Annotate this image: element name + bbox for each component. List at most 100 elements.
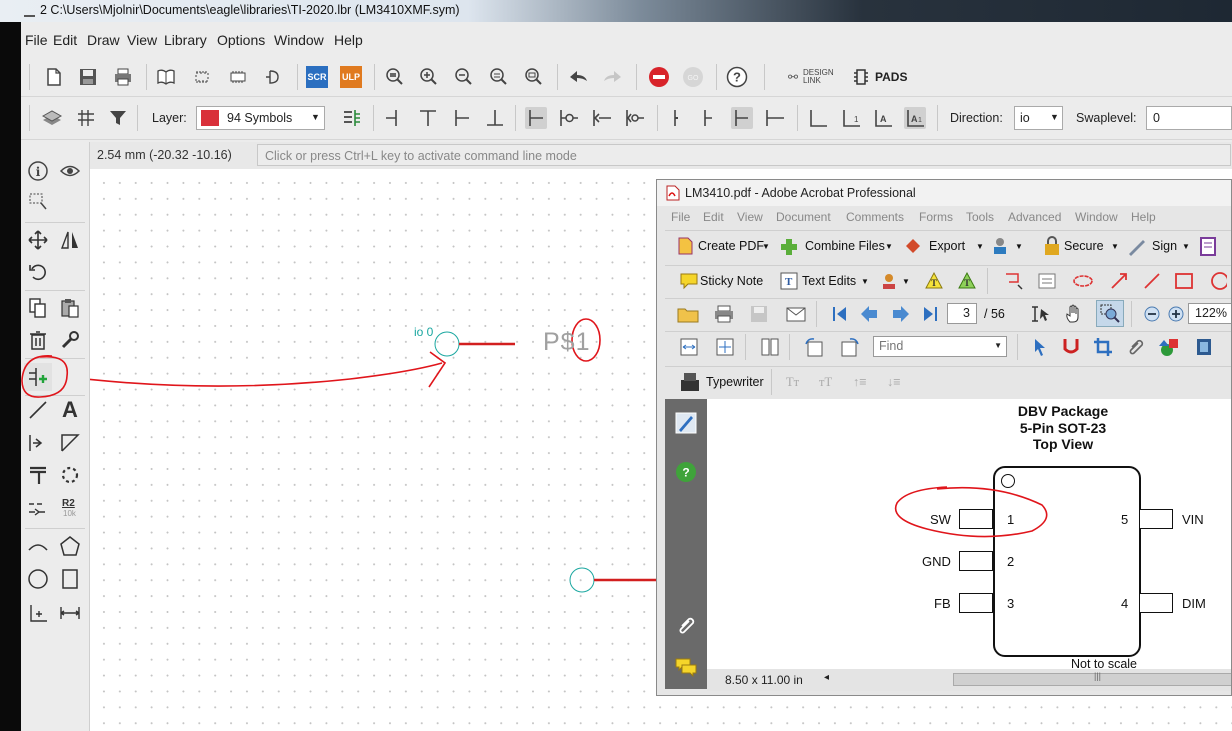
value-icon[interactable]: R2 10k <box>56 494 84 522</box>
line-tool-icon[interactable] <box>1142 271 1162 294</box>
menu-draw[interactable]: Draw <box>87 32 120 48</box>
mark-icon[interactable] <box>24 599 52 627</box>
dimension-icon[interactable] <box>56 599 84 627</box>
footprint-icon[interactable] <box>191 66 213 88</box>
page-number-input[interactable]: 3 <box>947 303 977 324</box>
pin-visible-off-icon[interactable] <box>807 107 829 129</box>
menu-view[interactable]: View <box>127 32 157 48</box>
layers-icon[interactable] <box>41 107 63 129</box>
pin-list-icon[interactable] <box>341 107 363 129</box>
select-text-icon[interactable] <box>1030 304 1052 327</box>
callout-icon[interactable] <box>1003 271 1025 294</box>
pin-function-clk-icon[interactable] <box>591 107 613 129</box>
menu-options[interactable]: Options <box>217 32 265 48</box>
menu-help[interactable]: Help <box>334 32 363 48</box>
pin-length-long-icon[interactable] <box>764 107 786 129</box>
zoom-select-icon[interactable] <box>523 66 545 88</box>
package-icon[interactable] <box>227 66 249 88</box>
acrobat-menu-tools[interactable]: Tools <box>966 210 994 224</box>
zoom-level-input[interactable]: 122% <box>1188 303 1231 324</box>
menu-edit[interactable]: Edit <box>53 32 77 48</box>
miter-icon[interactable] <box>56 429 84 457</box>
open-folder-icon[interactable] <box>676 304 700 327</box>
new-file-icon[interactable] <box>43 66 65 88</box>
rotate-view-left-icon[interactable] <box>803 336 825 361</box>
stamp-person-icon[interactable] <box>990 236 1012 259</box>
mirror-icon[interactable] <box>56 226 84 254</box>
rotate-view-right-icon[interactable] <box>839 336 861 361</box>
pads-button[interactable]: PADS <box>853 67 923 87</box>
acrobat-menu-advanced[interactable]: Advanced <box>1008 210 1061 224</box>
comments-icon[interactable] <box>674 657 698 680</box>
crop-icon[interactable] <box>1093 337 1113 360</box>
replace-text-icon[interactable]: T <box>956 270 978 295</box>
signature-pen-icon[interactable] <box>674 411 698 438</box>
horizontal-scrollbar[interactable]: ||| <box>953 671 1231 686</box>
pin-length-point-icon[interactable] <box>666 107 688 129</box>
menu-file[interactable]: File <box>25 32 48 48</box>
zoom-in-icon[interactable] <box>418 66 440 88</box>
cloud-icon[interactable] <box>1072 271 1094 294</box>
form-icon[interactable] <box>1198 236 1218 259</box>
menu-window[interactable]: Window <box>274 32 324 48</box>
help-circle-icon[interactable]: ? <box>675 461 697 486</box>
attachments-paperclip-icon[interactable] <box>675 614 697 639</box>
next-page-icon[interactable] <box>891 304 911 327</box>
pdf-page[interactable]: DBV Package 5-Pin SOT-23 Top View SW 1 G… <box>707 399 1231 671</box>
grid-icon[interactable] <box>75 107 97 129</box>
previous-page-icon[interactable] <box>859 304 879 327</box>
pin-length-middle-icon[interactable] <box>731 107 753 129</box>
direction-select[interactable]: io ▼ <box>1014 106 1063 130</box>
acrobat-menu-help[interactable]: Help <box>1131 210 1156 224</box>
oval-tool-icon[interactable] <box>1207 271 1229 294</box>
acrobat-menu-document[interactable]: Document <box>776 210 831 224</box>
info-icon[interactable]: i <box>24 157 52 185</box>
hand-icon[interactable] <box>1064 303 1086 328</box>
pin-function-dot-icon[interactable] <box>558 107 580 129</box>
rectangle-icon[interactable] <box>56 565 84 593</box>
select-arrow-icon[interactable] <box>1031 337 1049 360</box>
script-button[interactable]: SCR <box>306 66 328 88</box>
pin-visible-both-icon[interactable]: A1 <box>904 107 926 129</box>
pin-orient-left-icon[interactable] <box>383 107 405 129</box>
pin-origin-circle[interactable] <box>434 331 460 357</box>
filter-icon[interactable] <box>107 107 129 129</box>
pin-orient-up-icon[interactable] <box>417 107 439 129</box>
circle-icon[interactable] <box>24 565 52 593</box>
first-page-icon[interactable] <box>831 305 849 326</box>
secure-button[interactable]: Secure <box>1064 239 1104 253</box>
fit-page-icon[interactable] <box>715 337 735 360</box>
pin-orient-down-icon[interactable] <box>484 107 506 129</box>
zoom-fit-icon[interactable] <box>384 66 406 88</box>
stop-icon[interactable] <box>648 66 670 88</box>
arc-icon[interactable] <box>24 532 52 560</box>
zoom-redraw-icon[interactable] <box>488 66 510 88</box>
symbol-icon[interactable] <box>262 66 284 88</box>
stamp-icon[interactable] <box>879 271 899 294</box>
panel-icon[interactable] <box>1195 337 1213 360</box>
swaplevel-input[interactable]: 0 <box>1146 106 1232 130</box>
polygon-icon[interactable] <box>56 532 84 560</box>
pin-orient-right-icon[interactable] <box>451 107 473 129</box>
export-button[interactable]: Export <box>929 239 965 253</box>
undo-icon[interactable] <box>567 66 589 88</box>
pin-visible-pin-icon[interactable]: A <box>872 107 894 129</box>
fit-width-icon[interactable] <box>679 337 699 360</box>
text-edits-button[interactable]: Text Edits <box>802 274 856 288</box>
eye-icon[interactable] <box>56 157 84 185</box>
attribute-icon[interactable] <box>24 429 52 457</box>
marquee-zoom-icon[interactable] <box>1096 300 1124 327</box>
library-book-icon[interactable] <box>155 66 177 88</box>
zoom-out-icon[interactable] <box>1143 305 1161 326</box>
layer-select[interactable]: 94 Symbols ▼ <box>196 106 325 130</box>
3d-object-icon[interactable] <box>1159 336 1181 361</box>
optimize-icon[interactable] <box>56 461 84 489</box>
copy-icon[interactable] <box>24 294 52 322</box>
design-link-button[interactable]: ⚯ DESIGN LINK <box>788 68 858 86</box>
group-select-icon[interactable] <box>24 188 52 216</box>
zoom-out-icon[interactable] <box>453 66 475 88</box>
sign-button[interactable]: Sign <box>1152 239 1177 253</box>
acrobat-menu-comments[interactable]: Comments <box>846 210 904 224</box>
two-page-icon[interactable] <box>760 337 780 360</box>
save-icon[interactable] <box>77 66 99 88</box>
